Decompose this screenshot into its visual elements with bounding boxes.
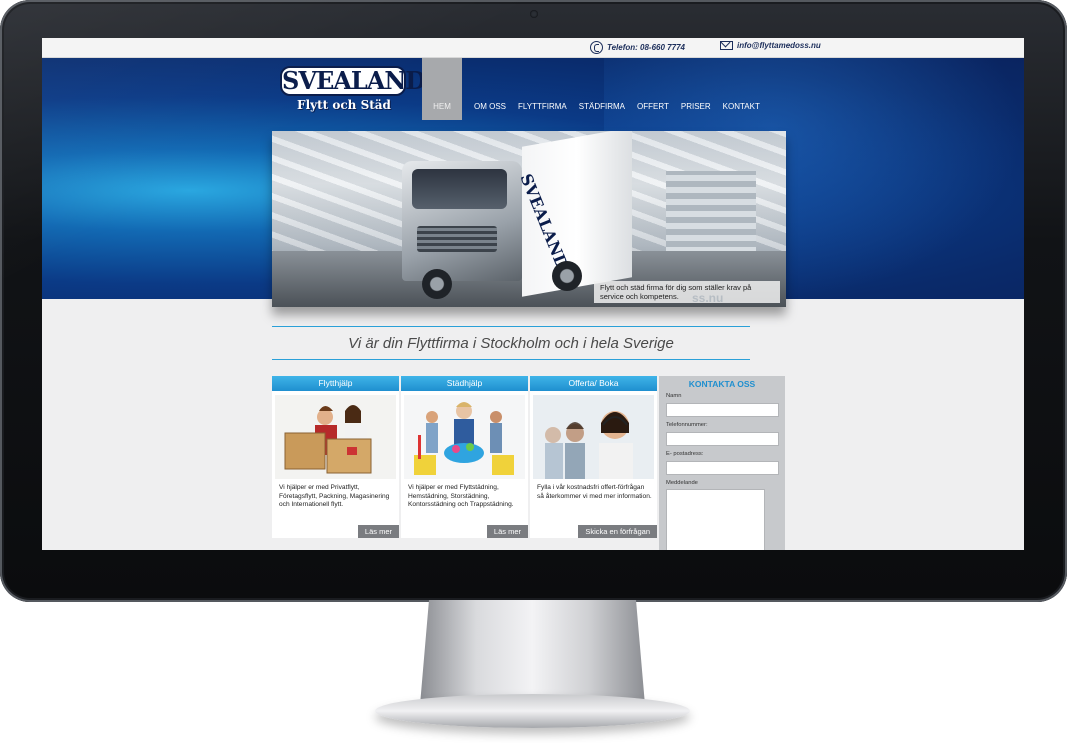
truck-wheel [422,269,452,299]
card-title[interactable]: Flytthjälp [272,376,399,391]
email-address: info@flyttamedoss.nu [737,41,821,50]
phone-label: Telefonnummer: [666,422,708,428]
phone-number: Telefon: 08-660 7774 [607,43,685,52]
hero-slider[interactable]: SVEALAND Flytt och städ firma för dig so… [272,131,786,307]
read-more-button[interactable]: Läs mer [357,525,399,538]
read-more-button[interactable]: Läs mer [486,525,528,538]
page-headline: Vi är din Flyttfirma i Stockholm och i h… [348,335,674,352]
email-contact[interactable]: info@flyttamedoss.nu [720,41,821,50]
customer-service-photo [533,395,654,479]
service-card-flytthjalp: Flytthjälp Vi hjälper er med Privatflytt… [272,376,399,538]
moving-boxes-photo [275,395,396,479]
truck-windshield [412,169,507,209]
card-title[interactable]: Städhjälp [401,376,528,391]
send-request-button[interactable]: Skicka en förfrågan [578,525,657,538]
headline-section: Vi är din Flyttfirma i Stockholm och i h… [272,326,750,360]
name-label: Namn [666,393,682,399]
monitor-stand-base [375,694,690,728]
webcam [530,10,538,18]
phone-icon [590,41,603,54]
website-screen: Telefon: 08-660 7774 info@flyttamedoss.n… [42,38,1024,550]
card-title[interactable]: Offerta/ Boka [530,376,657,391]
nav-item-offert[interactable]: OFFERT [631,58,675,120]
nav-item-priser[interactable]: PRISER [675,58,717,120]
contact-topbar: Telefon: 08-660 7774 info@flyttamedoss.n… [42,38,1024,58]
nav-item-kontakt[interactable]: KONTAKT [717,58,766,120]
mail-icon [720,41,733,50]
card-description: Vi hjälper er med Flyttstädning, Hemstäd… [408,484,514,509]
phone-contact[interactable]: Telefon: 08-660 7774 [590,41,685,54]
cleaning-staff-photo [404,395,525,479]
phone-field[interactable] [666,432,779,446]
site-logo[interactable]: SVEALAND Flytt och Städ [280,66,426,114]
logo-wordmark: SVEALAND [280,66,426,96]
logo-tagline: Flytt och Städ [297,98,391,112]
service-card-offert: Offerta/ Boka Fylla i vår kostnadsfri of… [530,376,657,538]
name-field[interactable] [666,403,779,417]
truck-wheel [552,261,582,291]
message-label: Meddelande [666,480,698,486]
slide-caption: Flytt och städ firma för dig som ställer… [594,281,780,303]
nav-item-stadfirma[interactable]: STÄDFIRMA [573,58,631,120]
truck-grille [417,226,497,252]
contact-form-title: KONTAKTA OSS [688,379,756,389]
card-description: Vi hjälper er med Privatflytt, Företagsf… [279,484,390,509]
contact-form: KONTAKTA OSS Namn Telefonnummer: E- post… [659,376,785,550]
card-description: Fylla i vår kostnadsfri offert-förfrågan… [537,484,652,500]
slide-watermark: ss.nu [692,291,724,305]
service-card-stadhjalp: Städhjälp Vi hjälper er med Flyttstädnin… [401,376,528,538]
message-textarea[interactable] [666,489,765,550]
nav-item-hem[interactable]: HEM [422,58,462,120]
monitor-stand [420,600,645,705]
nav-item-om-oss[interactable]: OM OSS [468,58,512,120]
email-label: E- postadress: [666,451,704,457]
nav-item-flyttfirma[interactable]: FLYTTFIRMA [512,58,573,120]
email-field[interactable] [666,461,779,475]
main-nav: HEM OM OSS FLYTTFIRMA STÄDFIRMA OFFERT P… [422,58,766,120]
